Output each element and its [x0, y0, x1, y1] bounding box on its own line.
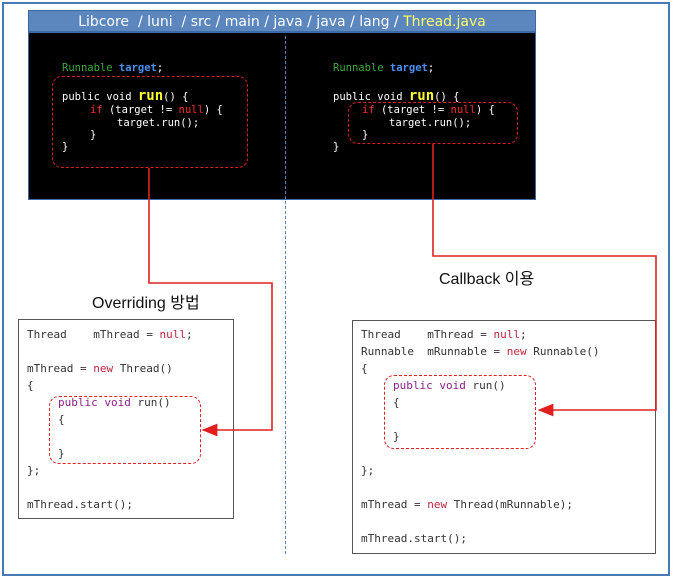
connector-arrows: [148, 144, 657, 437]
callback-arrow: [432, 144, 657, 417]
override-arrow: [148, 168, 273, 437]
